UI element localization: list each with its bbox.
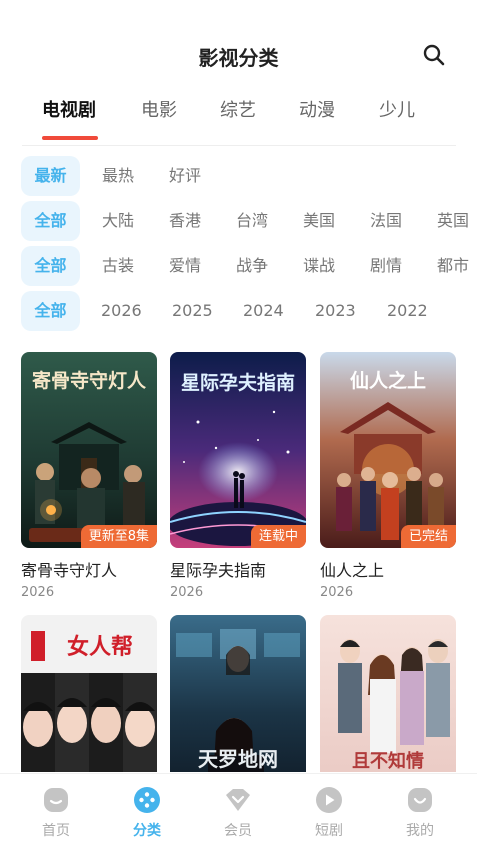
nav-short-drama[interactable]: 短剧	[294, 786, 364, 840]
tab-variety[interactable]: 综艺	[220, 96, 256, 122]
tab-anime[interactable]: 动漫	[299, 96, 335, 122]
video-poster: 仙人之上 已完结	[320, 352, 456, 548]
filter-region-uk[interactable]: 英国	[436, 201, 470, 241]
category-icon	[134, 787, 160, 813]
video-card[interactable]: 天罗地网	[170, 615, 306, 772]
filter-year-2022[interactable]: 2022	[387, 291, 428, 331]
poster-title-text: 仙人之上	[349, 370, 426, 392]
filter-genre-romance[interactable]: 爱情	[168, 246, 202, 286]
filter-genre-all[interactable]: 全部	[21, 246, 80, 286]
nav-profile[interactable]: 我的	[385, 786, 455, 840]
video-title: 寄骨寺守灯人	[21, 561, 118, 580]
year-filter-row: 全部 2026 2025 2024 2023 2022	[21, 291, 477, 331]
filter-region-taiwan[interactable]: 台湾	[235, 201, 269, 241]
short-drama-icon	[316, 787, 342, 813]
video-year: 2026	[320, 585, 354, 600]
filter-region-all[interactable]: 全部	[21, 201, 80, 241]
filter-sort-newest[interactable]: 最新	[21, 156, 80, 196]
filter-genre-spy[interactable]: 谍战	[302, 246, 336, 286]
poster-title-text: 且不知情	[352, 751, 424, 772]
filter-region-mainland[interactable]: 大陆	[101, 201, 135, 241]
nav-vip[interactable]: 会员	[203, 786, 273, 840]
poster-title-text: 星际孕夫指南	[180, 372, 295, 394]
filter-year-2023[interactable]: 2023	[315, 291, 356, 331]
video-poster: 且不知情	[320, 615, 456, 772]
nav-profile-label: 我的	[406, 823, 434, 839]
tab-tv-series[interactable]: 电视剧	[42, 96, 96, 122]
poster-title-text: 寄骨寺守灯人	[31, 370, 146, 392]
episode-status-badge: 已完结	[400, 525, 456, 548]
filter-region-france[interactable]: 法国	[369, 201, 403, 241]
filter-genre-drama[interactable]: 剧情	[369, 246, 403, 286]
video-title: 仙人之上	[320, 561, 385, 580]
video-card[interactable]: 星际孕夫指南 连载中 星际孕夫指南 2026	[170, 352, 306, 600]
episode-status-badge: 连载中	[250, 525, 306, 548]
region-filter-row: 全部 大陆 香港 台湾 美国 法国 英国	[21, 201, 477, 241]
filter-genre-urban[interactable]: 都市	[436, 246, 470, 286]
nav-home-label: 首页	[42, 823, 70, 839]
nav-home[interactable]: 首页	[21, 786, 91, 840]
filter-sort-top-rated[interactable]: 好评	[168, 156, 202, 196]
video-title: 星际孕夫指南	[170, 561, 267, 580]
search-button[interactable]	[421, 42, 447, 68]
filter-region-usa[interactable]: 美国	[302, 201, 336, 241]
page-title: 影视分类	[198, 46, 279, 70]
filter-year-2026[interactable]: 2026	[101, 291, 142, 331]
video-grid: 寄骨寺守灯人 更新至8集 寄骨寺守灯人 2026 星际孕夫指南 连载中 星际孕夫…	[21, 352, 457, 772]
nav-vip-label: 会员	[224, 823, 252, 839]
video-poster: 天罗地网	[170, 615, 306, 772]
filter-year-2024[interactable]: 2024	[243, 291, 284, 331]
filter-genre-costume[interactable]: 古装	[101, 246, 135, 286]
filter-region-hongkong[interactable]: 香港	[168, 201, 202, 241]
bottom-nav: 首页 分类 会员 短剧 我的	[0, 773, 477, 848]
poster-title-text: 天罗地网	[198, 747, 278, 771]
video-poster: 星际孕夫指南 连载中	[170, 352, 306, 548]
tab-kids[interactable]: 少儿	[379, 96, 415, 122]
filter-year-2025[interactable]: 2025	[172, 291, 213, 331]
video-card[interactable]: 且不知情	[320, 615, 456, 772]
category-tabs: 电视剧 电影 综艺 动漫 少儿	[22, 96, 456, 146]
nav-category-label: 分类	[133, 823, 161, 839]
video-poster: 寄骨寺守灯人 更新至8集	[21, 352, 157, 548]
video-card[interactable]: 女人帮	[21, 615, 157, 772]
filter-year-all[interactable]: 全部	[21, 291, 80, 331]
genre-filter-row: 全部 古装 爱情 战争 谍战 剧情 都市	[21, 246, 477, 286]
vip-icon	[226, 789, 250, 811]
sort-filter-row: 最新 最热 好评	[21, 156, 477, 196]
home-icon	[44, 788, 68, 812]
video-year: 2026	[170, 585, 204, 600]
search-icon	[423, 44, 445, 66]
tab-movies[interactable]: 电影	[141, 96, 177, 122]
video-year: 2026	[21, 585, 55, 600]
video-poster: 女人帮	[21, 615, 157, 772]
active-tab-indicator	[42, 136, 98, 140]
filter-genre-war[interactable]: 战争	[235, 246, 269, 286]
profile-icon	[408, 788, 432, 812]
video-card[interactable]: 仙人之上 已完结 仙人之上 2026	[320, 352, 456, 600]
top-bar: 影视分类	[0, 0, 477, 90]
nav-short-drama-label: 短剧	[315, 823, 343, 839]
video-card[interactable]: 寄骨寺守灯人 更新至8集 寄骨寺守灯人 2026	[21, 352, 157, 600]
nav-category[interactable]: 分类	[112, 786, 182, 840]
poster-title-text: 女人帮	[66, 634, 133, 660]
episode-status-badge: 更新至8集	[80, 525, 157, 548]
filter-sort-hottest[interactable]: 最热	[101, 156, 135, 196]
